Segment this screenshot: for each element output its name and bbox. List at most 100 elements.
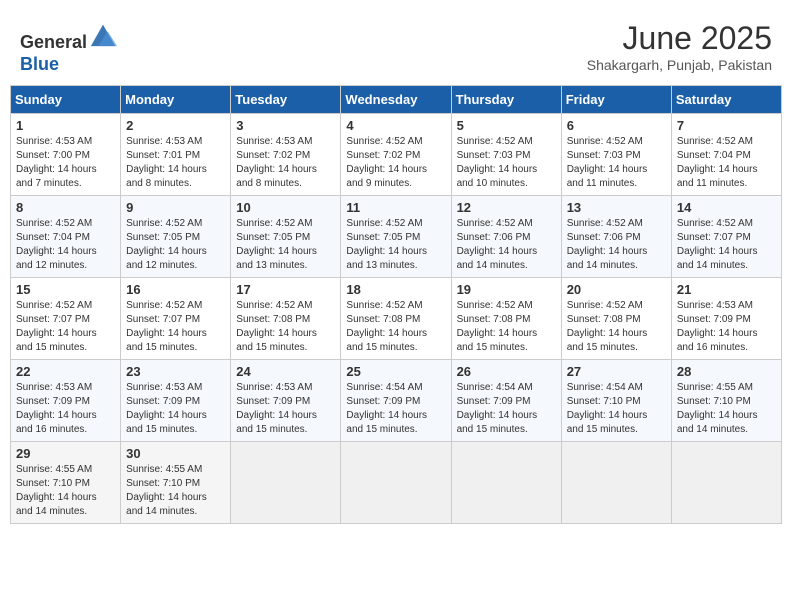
day-number: 1 [16,118,115,133]
calendar-cell [451,442,561,524]
weekday-sunday: Sunday [11,86,121,114]
cell-info: Sunrise: 4:53 AMSunset: 7:00 PMDaylight:… [16,135,115,191]
calendar-cell: 16Sunrise: 4:52 AMSunset: 7:07 PMDayligh… [121,278,231,360]
weekday-thursday: Thursday [451,86,561,114]
location: Shakargarh, Punjab, Pakistan [587,57,772,73]
cell-info: Sunrise: 4:52 AMSunset: 7:05 PMDaylight:… [346,217,445,273]
cell-info: Sunrise: 4:55 AMSunset: 7:10 PMDaylight:… [677,381,776,437]
calendar-cell: 20Sunrise: 4:52 AMSunset: 7:08 PMDayligh… [561,278,671,360]
cell-info: Sunrise: 4:52 AMSunset: 7:06 PMDaylight:… [457,217,556,273]
logo-icon [89,20,117,48]
calendar-cell: 14 Sunrise: 4:52 AMSunset: 7:07 PMDayligh… [671,196,781,278]
day-number: 29 [16,446,115,461]
calendar-cell: 9 Sunrise: 4:52 AMSunset: 7:05 PMDaylight… [121,196,231,278]
week-row-2: 8Sunrise: 4:52 AMSunset: 7:04 PMDaylight… [11,196,782,278]
calendar-cell: 26Sunrise: 4:54 AMSunset: 7:09 PMDayligh… [451,360,561,442]
calendar-cell: 28 Sunrise: 4:55 AMSunset: 7:10 PMDayligh… [671,360,781,442]
calendar-table: SundayMondayTuesdayWednesdayThursdayFrid… [10,85,782,524]
title-block: June 2025 Shakargarh, Punjab, Pakistan [587,20,772,73]
day-number: 27 [567,364,666,379]
day-number: 23 [126,364,225,379]
calendar-cell [231,442,341,524]
day-number: 4 [346,118,445,133]
cell-info: Sunrise: 4:52 AMSunset: 7:03 PMDaylight:… [457,135,556,191]
calendar-cell: 10Sunrise: 4:52 AMSunset: 7:05 PMDayligh… [231,196,341,278]
calendar-cell: 4 Sunrise: 4:52 AMSunset: 7:02 PMDaylight… [341,114,451,196]
day-number: 18 [346,282,445,297]
weekday-monday: Monday [121,86,231,114]
weekday-saturday: Saturday [671,86,781,114]
calendar-cell: 2 Sunrise: 4:53 AMSunset: 7:01 PMDaylight… [121,114,231,196]
cell-info: Sunrise: 4:52 AMSunset: 7:03 PMDaylight:… [567,135,666,191]
cell-info: Sunrise: 4:52 AMSunset: 7:07 PMDaylight:… [126,299,225,355]
cell-info: Sunrise: 4:52 AMSunset: 7:07 PMDaylight:… [16,299,115,355]
day-number: 12 [457,200,556,215]
cell-info: Sunrise: 4:53 AMSunset: 7:02 PMDaylight:… [236,135,335,191]
cell-info: Sunrise: 4:53 AMSunset: 7:09 PMDaylight:… [126,381,225,437]
cell-info: Sunrise: 4:52 AMSunset: 7:07 PMDaylight:… [677,217,776,273]
calendar-cell [561,442,671,524]
day-number: 20 [567,282,666,297]
calendar-cell: 8Sunrise: 4:52 AMSunset: 7:04 PMDaylight… [11,196,121,278]
day-number: 9 [126,200,225,215]
day-number: 7 [677,118,776,133]
calendar-cell: 15 Sunrise: 4:52 AMSunset: 7:07 PMDayligh… [11,278,121,360]
cell-info: Sunrise: 4:55 AMSunset: 7:10 PMDaylight:… [126,463,225,519]
logo: General Blue [20,20,117,75]
day-number: 11 [346,200,445,215]
cell-info: Sunrise: 4:52 AMSunset: 7:08 PMDaylight:… [236,299,335,355]
calendar-cell: 7 Sunrise: 4:52 AMSunset: 7:04 PMDaylight… [671,114,781,196]
day-number: 14 [677,200,776,215]
calendar-cell: 22 Sunrise: 4:53 AMSunset: 7:09 PMDayligh… [11,360,121,442]
calendar-cell: 5 Sunrise: 4:52 AMSunset: 7:03 PMDaylight… [451,114,561,196]
cell-info: Sunrise: 4:54 AMSunset: 7:10 PMDaylight:… [567,381,666,437]
page-header: General Blue June 2025 Shakargarh, Punja… [10,10,782,80]
calendar-cell [671,442,781,524]
calendar-cell: 25Sunrise: 4:54 AMSunset: 7:09 PMDayligh… [341,360,451,442]
day-number: 24 [236,364,335,379]
day-number: 2 [126,118,225,133]
day-number: 15 [16,282,115,297]
cell-info: Sunrise: 4:52 AMSunset: 7:08 PMDaylight:… [346,299,445,355]
week-row-4: 22 Sunrise: 4:53 AMSunset: 7:09 PMDayligh… [11,360,782,442]
calendar-cell: 13 Sunrise: 4:52 AMSunset: 7:06 PMDayligh… [561,196,671,278]
week-row-1: 1 Sunrise: 4:53 AMSunset: 7:00 PMDaylight… [11,114,782,196]
cell-info: Sunrise: 4:52 AMSunset: 7:06 PMDaylight:… [567,217,666,273]
calendar-cell [341,442,451,524]
day-number: 10 [236,200,335,215]
calendar-cell: 11 Sunrise: 4:52 AMSunset: 7:05 PMDayligh… [341,196,451,278]
day-number: 6 [567,118,666,133]
cell-info: Sunrise: 4:52 AMSunset: 7:05 PMDaylight:… [126,217,225,273]
calendar-cell: 19Sunrise: 4:52 AMSunset: 7:08 PMDayligh… [451,278,561,360]
day-number: 5 [457,118,556,133]
calendar-cell: 3 Sunrise: 4:53 AMSunset: 7:02 PMDaylight… [231,114,341,196]
calendar-cell: 17 Sunrise: 4:52 AMSunset: 7:08 PMDayligh… [231,278,341,360]
calendar-cell: 27 Sunrise: 4:54 AMSunset: 7:10 PMDayligh… [561,360,671,442]
cell-info: Sunrise: 4:55 AMSunset: 7:10 PMDaylight:… [16,463,115,519]
cell-info: Sunrise: 4:52 AMSunset: 7:02 PMDaylight:… [346,135,445,191]
week-row-3: 15 Sunrise: 4:52 AMSunset: 7:07 PMDayligh… [11,278,782,360]
calendar-cell: 18 Sunrise: 4:52 AMSunset: 7:08 PMDayligh… [341,278,451,360]
day-number: 25 [346,364,445,379]
day-number: 3 [236,118,335,133]
day-number: 17 [236,282,335,297]
logo-blue: Blue [20,54,59,74]
cell-info: Sunrise: 4:53 AMSunset: 7:09 PMDaylight:… [16,381,115,437]
day-number: 28 [677,364,776,379]
cell-info: Sunrise: 4:54 AMSunset: 7:09 PMDaylight:… [457,381,556,437]
cell-info: Sunrise: 4:52 AMSunset: 7:04 PMDaylight:… [677,135,776,191]
cell-info: Sunrise: 4:53 AMSunset: 7:01 PMDaylight:… [126,135,225,191]
weekday-header-row: SundayMondayTuesdayWednesdayThursdayFrid… [11,86,782,114]
day-number: 21 [677,282,776,297]
week-row-5: 29 Sunrise: 4:55 AMSunset: 7:10 PMDayligh… [11,442,782,524]
calendar-cell: 1 Sunrise: 4:53 AMSunset: 7:00 PMDaylight… [11,114,121,196]
cell-info: Sunrise: 4:53 AMSunset: 7:09 PMDaylight:… [236,381,335,437]
calendar-cell: 12 Sunrise: 4:52 AMSunset: 7:06 PMDayligh… [451,196,561,278]
day-number: 22 [16,364,115,379]
day-number: 8 [16,200,115,215]
logo-general: General [20,32,87,52]
calendar-cell: 29 Sunrise: 4:55 AMSunset: 7:10 PMDayligh… [11,442,121,524]
calendar-cell: 30Sunrise: 4:55 AMSunset: 7:10 PMDayligh… [121,442,231,524]
day-number: 13 [567,200,666,215]
month-year: June 2025 [587,20,772,57]
